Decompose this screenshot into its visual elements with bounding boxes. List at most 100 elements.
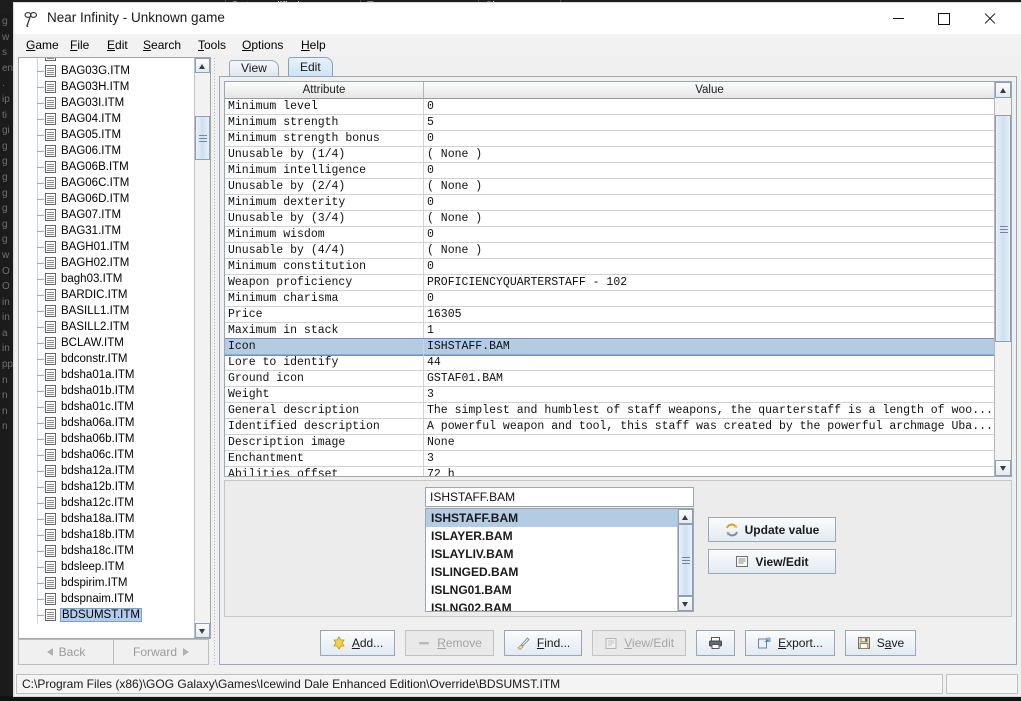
resource-tree-list[interactable]: BAG03F.ITMBAG03G.ITMBAG03H.ITMBAG03I.ITM… [19,57,194,623]
tree-scrollbar[interactable] [194,58,210,638]
minimize-button[interactable] [875,3,921,34]
tree-item[interactable]: bdsha06a.ITM [19,415,194,431]
table-row[interactable]: Minimum strength bonus0 [225,131,1011,147]
menu-tools[interactable]: Tools [192,37,232,53]
table-row[interactable]: Maximum in stack1 [225,323,1011,339]
table-row[interactable]: Unusable by (3/4)( None ) [225,211,1011,227]
list-item[interactable]: ISLAYER.BAM [426,527,678,545]
find-button[interactable]: Find... [504,630,582,656]
attribute-table[interactable]: Attribute Value Minimum level0Minimum st… [224,81,1012,477]
export-button[interactable]: Export... [745,630,835,656]
table-scroll-up-button[interactable] [995,82,1011,98]
tree-item[interactable]: BAG03I.ITM [19,95,194,111]
close-button[interactable] [967,3,1013,34]
tree-item[interactable]: bdspirim.ITM [19,575,194,591]
table-row[interactable]: Minimum dexterity0 [225,195,1011,211]
tree-item[interactable]: bdsha18b.ITM [19,527,194,543]
tree-item[interactable]: bdsha18a.ITM [19,511,194,527]
tree-scroll-thumb[interactable] [195,116,210,160]
tree-item[interactable]: bdspnaim.ITM [19,591,194,607]
table-row[interactable]: Unusable by (1/4)( None ) [225,147,1011,163]
table-scroll-thumb[interactable] [995,115,1011,342]
resource-name-input[interactable]: ISHSTAFF.BAM [425,487,694,507]
tree-item[interactable]: BAG03H.ITM [19,79,194,95]
resource-list-items[interactable]: ISHSTAFF.BAMISLAYER.BAMISLAYLIV.BAMISLIN… [426,509,678,612]
table-row[interactable]: Minimum level0 [225,99,1011,115]
tree-item[interactable]: BAG07.ITM [19,207,194,223]
table-row[interactable]: IconISHSTAFF.BAM [225,339,1011,355]
tree-item[interactable]: BAG03G.ITM [19,63,194,79]
tree-item[interactable]: bdsleep.ITM [19,559,194,575]
table-row[interactable]: Unusable by (2/4)( None ) [225,179,1011,195]
tree-item[interactable]: bdsha01b.ITM [19,383,194,399]
table-row[interactable]: General descriptionThe simplest and humb… [225,403,1011,419]
tree-item[interactable]: bdconstr.ITM [19,351,194,367]
tree-item[interactable]: BAG06C.ITM [19,175,194,191]
listbox-scrollbar[interactable] [677,509,693,611]
list-item[interactable]: ISLNG02.BAM [426,599,678,612]
tree-scroll-down-button[interactable] [195,623,210,638]
menu-search[interactable]: Search [137,37,187,53]
back-button[interactable]: Back [18,639,113,665]
list-item[interactable]: ISHSTAFF.BAM [426,509,678,527]
attribute-table-body[interactable]: Minimum level0Minimum strength5Minimum s… [225,99,1011,476]
table-row[interactable]: Weight3 [225,387,1011,403]
table-scroll-down-button[interactable] [995,460,1011,476]
forward-button[interactable]: Forward [113,639,209,665]
table-row[interactable]: Weapon proficiencyPROFICIENCYQUARTERSTAF… [225,275,1011,291]
tree-scroll-up-button[interactable] [195,58,210,73]
table-row[interactable]: Unusable by (4/4)( None ) [225,243,1011,259]
table-row[interactable]: Minimum charisma0 [225,291,1011,307]
tree-item[interactable]: BAGH02.ITM [19,255,194,271]
tree-item[interactable]: bagh03.ITM [19,271,194,287]
tree-item[interactable]: BAG06B.ITM [19,159,194,175]
tab-view[interactable]: View [229,60,279,76]
tree-item[interactable]: bdsha06c.ITM [19,447,194,463]
resource-tree-panel[interactable]: BAG03F.ITMBAG03G.ITMBAG03H.ITMBAG03I.ITM… [18,57,211,639]
tree-item[interactable]: bdsha01a.ITM [19,367,194,383]
table-row[interactable]: Enchantment3 [225,451,1011,467]
tree-item[interactable]: BASILL2.ITM [19,319,194,335]
split-pane-divider[interactable] [211,57,219,665]
column-header-value[interactable]: Value [424,82,996,99]
tree-item[interactable]: BAG04.ITM [19,111,194,127]
column-header-attribute[interactable]: Attribute [225,82,424,99]
tree-item[interactable]: BARDIC.ITM [19,287,194,303]
tree-item[interactable]: bdsha12b.ITM [19,479,194,495]
table-row[interactable]: Minimum strength5 [225,115,1011,131]
table-row[interactable]: Minimum intelligence0 [225,163,1011,179]
table-row[interactable]: Ground iconGSTAF01.BAM [225,371,1011,387]
update-value-button[interactable]: Update value [708,517,836,542]
resource-listbox[interactable]: ISHSTAFF.BAMISLAYER.BAMISLAYLIV.BAMISLIN… [425,508,694,612]
menu-edit[interactable]: Edit [101,37,134,53]
tree-item[interactable]: bdsha12a.ITM [19,463,194,479]
table-row[interactable]: Lore to identify44 [225,355,1011,371]
tree-item[interactable]: bdsha06b.ITM [19,431,194,447]
tree-item[interactable]: BASILL1.ITM [19,303,194,319]
print-button[interactable] [696,630,735,656]
tree-item[interactable]: bdsha12c.ITM [19,495,194,511]
list-item[interactable]: ISLAYLIV.BAM [426,545,678,563]
table-row[interactable]: Abilities offset72 h [225,467,1011,477]
add-button[interactable]: Add... [320,630,395,656]
menu-file[interactable]: File [64,37,95,53]
table-row[interactable]: Minimum wisdom0 [225,227,1011,243]
table-row[interactable]: Description imageNone [225,435,1011,451]
menu-options[interactable]: Options [236,37,289,53]
table-row[interactable]: Identified descriptionA powerful weapon … [225,419,1011,435]
tree-item[interactable]: BAG06D.ITM [19,191,194,207]
tree-item[interactable]: BCLAW.ITM [19,335,194,351]
maximize-button[interactable] [921,3,967,34]
table-scrollbar[interactable] [994,82,1011,476]
save-button[interactable]: Save [845,630,916,656]
list-scroll-down-button[interactable] [678,596,693,611]
tree-item[interactable]: BAG05.ITM [19,127,194,143]
view-edit-button[interactable]: View/Edit [708,549,836,574]
tree-item[interactable]: BAG06.ITM [19,143,194,159]
tab-edit[interactable]: Edit [288,57,333,76]
list-scroll-up-button[interactable] [678,509,693,524]
tree-item[interactable]: BDSUMST.ITM [19,607,194,623]
menu-help[interactable]: Help [295,37,332,53]
list-item[interactable]: ISLINGED.BAM [426,563,678,581]
tree-item[interactable]: BAGH01.ITM [19,239,194,255]
